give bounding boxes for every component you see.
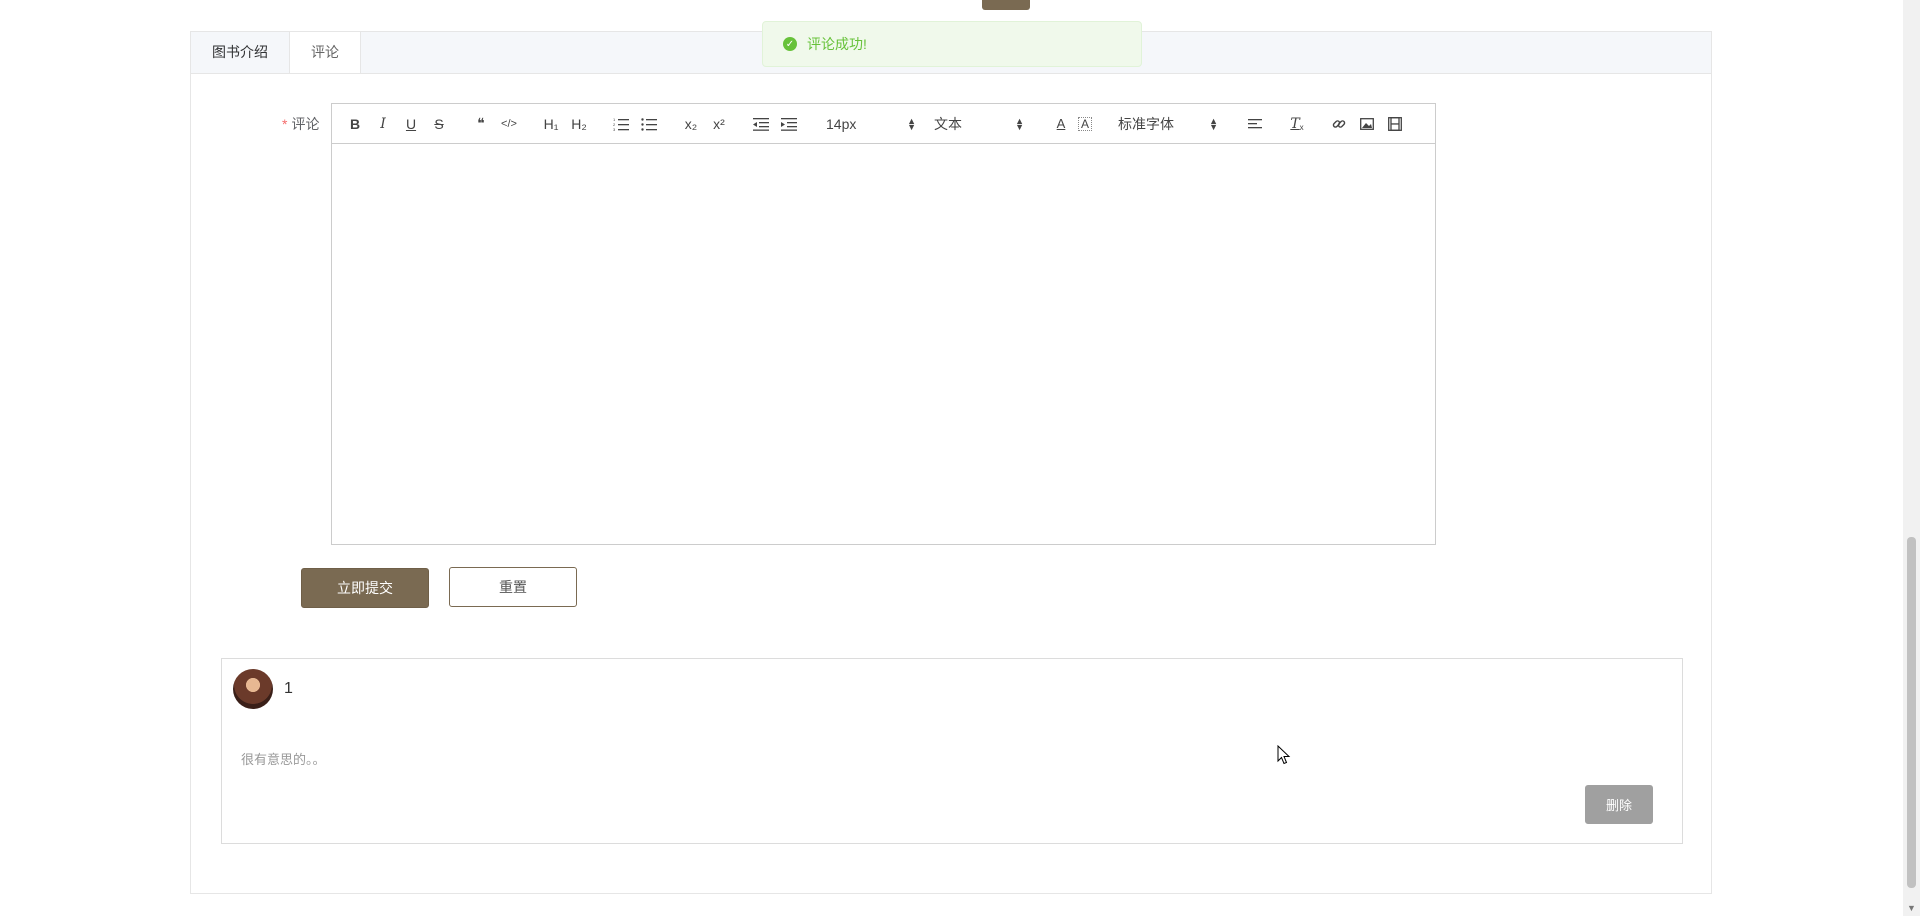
font-size-value: 14px [826,115,857,132]
font-family-value: 标准字体 [1118,115,1174,132]
scrollbar-thumb[interactable] [1907,537,1916,888]
tab-comments[interactable]: 评论 [289,32,361,73]
ordered-list-icon[interactable]: 123 [610,113,632,135]
updown-icon: ▲ ▼ [907,115,916,132]
header-select[interactable]: 文本 ▲ ▼ [928,113,1030,135]
scrollbar[interactable]: ▼ [1903,0,1920,916]
delete-button[interactable]: 删除 [1585,785,1653,824]
tab-book-intro[interactable]: 图书介绍 [191,32,289,73]
comment-label-text: 评论 [291,116,320,132]
strikethrough-icon[interactable]: S [428,113,450,135]
avatar [233,669,273,709]
outdent-icon[interactable] [750,113,772,135]
submit-button[interactable]: 立即提交 [301,568,429,608]
reset-button[interactable]: 重置 [449,567,577,607]
comment-item: 1 很有意思的。。 删除 [221,658,1683,844]
indent-icon[interactable] [778,113,800,135]
success-toast: ✓ 评论成功! [762,21,1142,67]
bold-icon[interactable]: B [344,113,366,135]
bullet-list-icon[interactable] [638,113,660,135]
image-icon[interactable] [1356,113,1378,135]
font-family-select[interactable]: 标准字体 ▲ ▼ [1112,113,1224,135]
link-icon[interactable] [1328,113,1350,135]
scroll-down-arrow-icon[interactable]: ▼ [1903,900,1920,916]
comment-username: 1 [284,680,293,697]
clear-format-icon[interactable]: Tx [1286,113,1308,135]
code-icon[interactable]: </> [498,113,520,135]
align-icon[interactable] [1244,113,1266,135]
svg-text:3: 3 [613,127,616,131]
font-color-icon[interactable]: A [1050,113,1072,135]
editor-content-area[interactable] [332,144,1435,544]
h1-icon[interactable]: H₁ [540,113,562,135]
h2-icon[interactable]: H₂ [568,113,590,135]
toast-message: 评论成功! [807,36,867,52]
font-size-select[interactable]: 14px ▲ ▼ [820,113,922,135]
mouse-cursor-icon [1277,745,1291,765]
italic-icon[interactable]: I [372,113,394,135]
subscript-icon[interactable]: x₂ [680,113,702,135]
header-value: 文本 [934,115,962,132]
blockquote-icon[interactable]: ❝ [470,113,492,135]
superscript-icon[interactable]: x² [708,113,730,135]
top-tab-stub [982,0,1030,10]
comment-field-label: * 评论 [282,114,319,134]
rich-text-editor: B I U S ❝ </> H₁ H₂ 123 x₂ x² 14px ▲ ▼ 文本… [331,103,1436,545]
background-color-icon[interactable]: A [1078,116,1092,131]
check-circle-icon: ✓ [783,37,797,51]
underline-icon[interactable]: U [400,113,422,135]
updown-icon: ▲ ▼ [1015,115,1024,132]
editor-toolbar: B I U S ❝ </> H₁ H₂ 123 x₂ x² 14px ▲ ▼ 文本… [332,104,1435,144]
required-mark: * [282,116,288,132]
updown-icon: ▲ ▼ [1209,115,1218,132]
video-icon[interactable] [1384,113,1406,135]
comment-text: 很有意思的。。 [241,752,326,767]
